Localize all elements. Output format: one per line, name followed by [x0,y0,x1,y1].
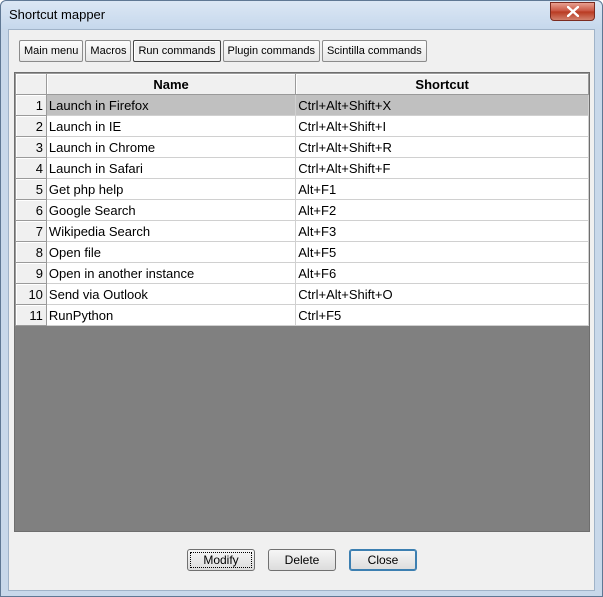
row-number: 2 [15,115,47,137]
table-row[interactable]: 3 Launch in Chrome Ctrl+Alt+Shift+R [15,136,589,158]
table-row[interactable]: 2 Launch in IE Ctrl+Alt+Shift+I [15,115,589,137]
table-row[interactable]: 6 Google Search Alt+F2 [15,199,589,221]
tab-scintilla-commands[interactable]: Scintilla commands [321,40,427,62]
shortcut-column-header[interactable]: Shortcut [295,73,589,95]
shortcut-table: Name Shortcut 1 Launch in Firefox Ctrl+Alt… [15,73,589,326]
row-number: 1 [15,94,47,116]
shortcut-mapper-window: Shortcut mapper Main menu Macros Run com… [0,0,603,597]
shortcut-cell[interactable]: Ctrl+Alt+Shift+I [295,115,589,137]
tab-run-commands[interactable]: Run commands [133,40,221,62]
row-number: 6 [15,199,47,221]
table-row[interactable]: 10 Send via Outlook Ctrl+Alt+Shift+O [15,283,589,305]
shortcut-cell[interactable]: Alt+F5 [295,241,589,263]
table-row[interactable]: 9 Open in another instance Alt+F6 [15,262,589,284]
command-name-cell[interactable]: Google Search [45,199,297,221]
table-row[interactable]: 5 Get php help Alt+F1 [15,178,589,200]
shortcut-cell[interactable]: Ctrl+Alt+Shift+R [295,136,589,158]
table-row[interactable]: 4 Launch in Safari Ctrl+Alt+Shift+F [15,157,589,179]
table-row[interactable]: 11 RunPython Ctrl+F5 [15,304,589,326]
modify-button[interactable]: Modify [187,549,255,571]
command-name-cell[interactable]: Open in another instance [45,262,297,284]
dialog-client-area: Main menu Macros Run commands Plugin com… [8,29,595,591]
shortcut-cell[interactable]: Ctrl+F5 [295,304,589,326]
row-number: 11 [15,304,47,326]
shortcut-cell[interactable]: Ctrl+Alt+Shift+F [295,157,589,179]
dialog-buttons: Modify Delete Close [9,549,594,571]
shortcut-cell[interactable]: Ctrl+Alt+Shift+O [295,283,589,305]
command-name-cell[interactable]: Get php help [45,178,297,200]
close-button[interactable]: Close [349,549,417,571]
command-name-cell[interactable]: Launch in IE [45,115,297,137]
table-row[interactable]: 7 Wikipedia Search Alt+F3 [15,220,589,242]
command-name-cell[interactable]: RunPython [45,304,297,326]
close-icon [566,6,579,17]
category-tabs: Main menu Macros Run commands Plugin com… [19,40,427,62]
name-column-header[interactable]: Name [45,73,297,95]
row-number-header [15,73,47,95]
row-number: 3 [15,136,47,158]
window-title: Shortcut mapper [9,7,106,22]
delete-button[interactable]: Delete [268,549,336,571]
row-number: 8 [15,241,47,263]
table-row[interactable]: 8 Open file Alt+F5 [15,241,589,263]
command-name-cell[interactable]: Launch in Firefox [45,94,297,116]
shortcut-grid[interactable]: Name Shortcut 1 Launch in Firefox Ctrl+Alt… [14,72,590,532]
shortcut-cell[interactable]: Ctrl+Alt+Shift+X [295,94,589,116]
command-name-cell[interactable]: Launch in Safari [45,157,297,179]
row-number: 4 [15,157,47,179]
title-bar: Shortcut mapper [1,1,602,29]
command-name-cell[interactable]: Send via Outlook [45,283,297,305]
shortcut-cell[interactable]: Alt+F1 [295,178,589,200]
command-name-cell[interactable]: Open file [45,241,297,263]
tab-macros[interactable]: Macros [85,40,132,62]
row-number: 5 [15,178,47,200]
row-number: 7 [15,220,47,242]
table-row[interactable]: 1 Launch in Firefox Ctrl+Alt+Shift+X [15,94,589,116]
window-close-button[interactable] [550,2,595,21]
shortcut-cell[interactable]: Alt+F6 [295,262,589,284]
row-number: 10 [15,283,47,305]
shortcut-cell[interactable]: Alt+F2 [295,199,589,221]
shortcut-cell[interactable]: Alt+F3 [295,220,589,242]
command-name-cell[interactable]: Wikipedia Search [45,220,297,242]
tab-main-menu[interactable]: Main menu [19,40,84,62]
row-number: 9 [15,262,47,284]
command-name-cell[interactable]: Launch in Chrome [45,136,297,158]
tab-plugin-commands[interactable]: Plugin commands [222,40,320,62]
table-header-row: Name Shortcut [15,73,589,95]
